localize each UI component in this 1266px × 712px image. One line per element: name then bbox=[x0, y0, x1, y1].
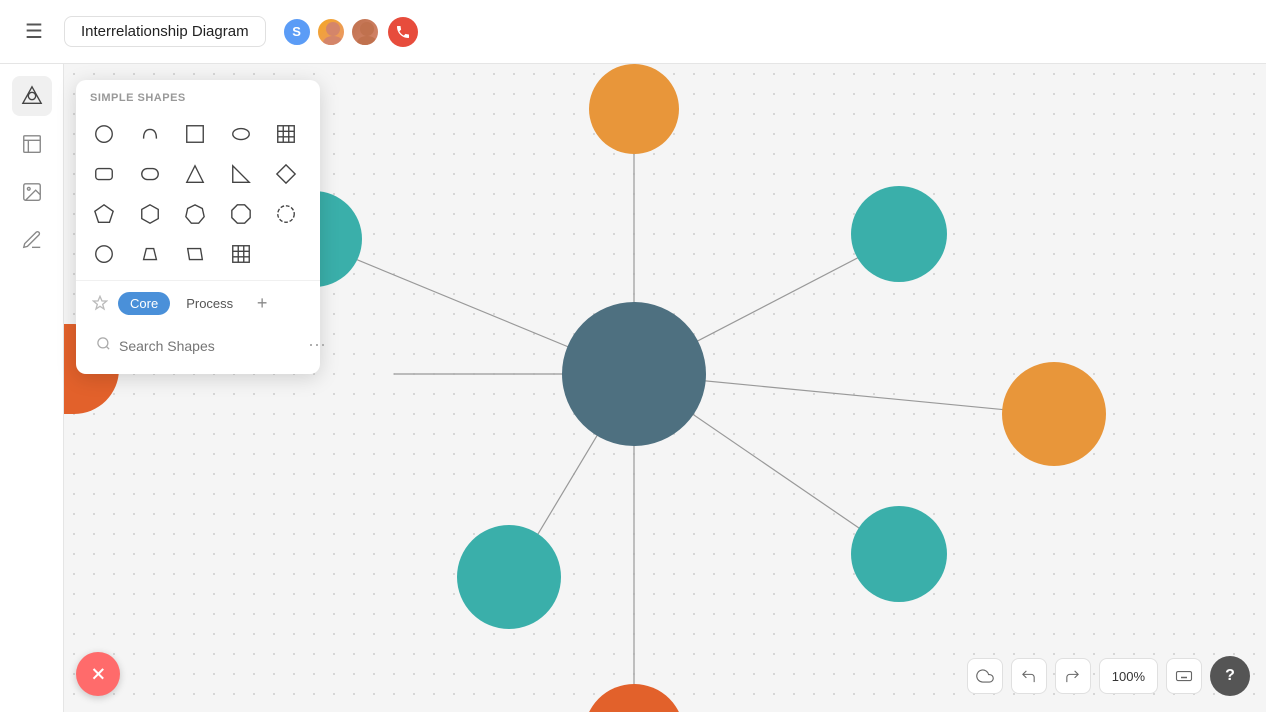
shape-triangle[interactable] bbox=[177, 156, 213, 192]
node-top[interactable] bbox=[589, 64, 679, 154]
shape-right-triangle[interactable] bbox=[223, 156, 259, 192]
node-bottom[interactable] bbox=[584, 684, 684, 712]
shape-hexagon[interactable] bbox=[132, 196, 168, 232]
shape-diamond[interactable] bbox=[268, 156, 304, 192]
search-more-button[interactable]: ⋯ bbox=[308, 335, 326, 356]
shapes-tabs: Core Process + bbox=[76, 280, 320, 325]
menu-icon: ☰ bbox=[25, 19, 43, 44]
save-cloud-button[interactable] bbox=[967, 658, 1003, 694]
sidebar-sketch-button[interactable] bbox=[12, 220, 52, 260]
search-icon bbox=[96, 336, 111, 355]
tab-add-button[interactable]: + bbox=[249, 290, 275, 316]
undo-button[interactable] bbox=[1011, 658, 1047, 694]
shape-circle-outline[interactable] bbox=[268, 196, 304, 232]
keyboard-button[interactable] bbox=[1166, 658, 1202, 694]
shape-heptagon[interactable] bbox=[177, 196, 213, 232]
tab-star-icon bbox=[86, 289, 114, 317]
shape-circle[interactable] bbox=[86, 116, 122, 152]
tab-process[interactable]: Process bbox=[174, 292, 245, 315]
shapes-panel: Simple Shapes bbox=[76, 80, 320, 374]
shape-ellipse[interactable] bbox=[223, 116, 259, 152]
avatar-3 bbox=[350, 17, 380, 47]
shape-parallelogram[interactable] bbox=[177, 236, 213, 272]
sidebar-frame-button[interactable] bbox=[12, 124, 52, 164]
diagram-title[interactable]: Interrelationship Diagram bbox=[64, 16, 266, 47]
node-center[interactable] bbox=[562, 302, 706, 446]
zoom-level[interactable]: 100% bbox=[1099, 658, 1158, 694]
left-sidebar bbox=[0, 64, 64, 712]
node-top-right[interactable] bbox=[851, 186, 947, 282]
shape-pentagon[interactable] bbox=[86, 196, 122, 232]
sidebar-shapes-button[interactable] bbox=[12, 76, 52, 116]
shape-octagon[interactable] bbox=[223, 196, 259, 232]
menu-button[interactable]: ☰ bbox=[16, 14, 52, 50]
node-bottom-left[interactable] bbox=[457, 525, 561, 629]
call-button[interactable] bbox=[388, 17, 418, 47]
shape-square[interactable] bbox=[177, 116, 213, 152]
shape-trapezoid[interactable] bbox=[132, 236, 168, 272]
shape-grid[interactable] bbox=[223, 236, 259, 272]
shape-table[interactable] bbox=[268, 116, 304, 152]
shape-rounded-rect[interactable] bbox=[86, 156, 122, 192]
help-button[interactable]: ? bbox=[1210, 656, 1250, 696]
avatar-2 bbox=[316, 17, 346, 47]
search-shapes-input[interactable] bbox=[119, 338, 300, 354]
shapes-panel-header: Simple Shapes bbox=[76, 80, 320, 112]
shape-rounded-square[interactable] bbox=[132, 156, 168, 192]
fab-button[interactable]: + bbox=[76, 652, 120, 696]
collaborators: S bbox=[282, 17, 418, 47]
shape-circle-small[interactable] bbox=[86, 236, 122, 272]
shapes-grid bbox=[76, 112, 320, 276]
redo-button[interactable] bbox=[1055, 658, 1091, 694]
sidebar-image-button[interactable] bbox=[12, 172, 52, 212]
bottom-bar: 100% ? bbox=[967, 656, 1250, 696]
node-bottom-right[interactable] bbox=[851, 506, 947, 602]
node-right[interactable] bbox=[1002, 362, 1106, 466]
shape-arc[interactable] bbox=[132, 116, 168, 152]
shapes-search-bar: ⋯ bbox=[86, 329, 310, 362]
fab-icon: + bbox=[82, 658, 113, 689]
topbar: ☰ Interrelationship Diagram S bbox=[0, 0, 1266, 64]
avatar-s: S bbox=[282, 17, 312, 47]
tab-core[interactable]: Core bbox=[118, 292, 170, 315]
